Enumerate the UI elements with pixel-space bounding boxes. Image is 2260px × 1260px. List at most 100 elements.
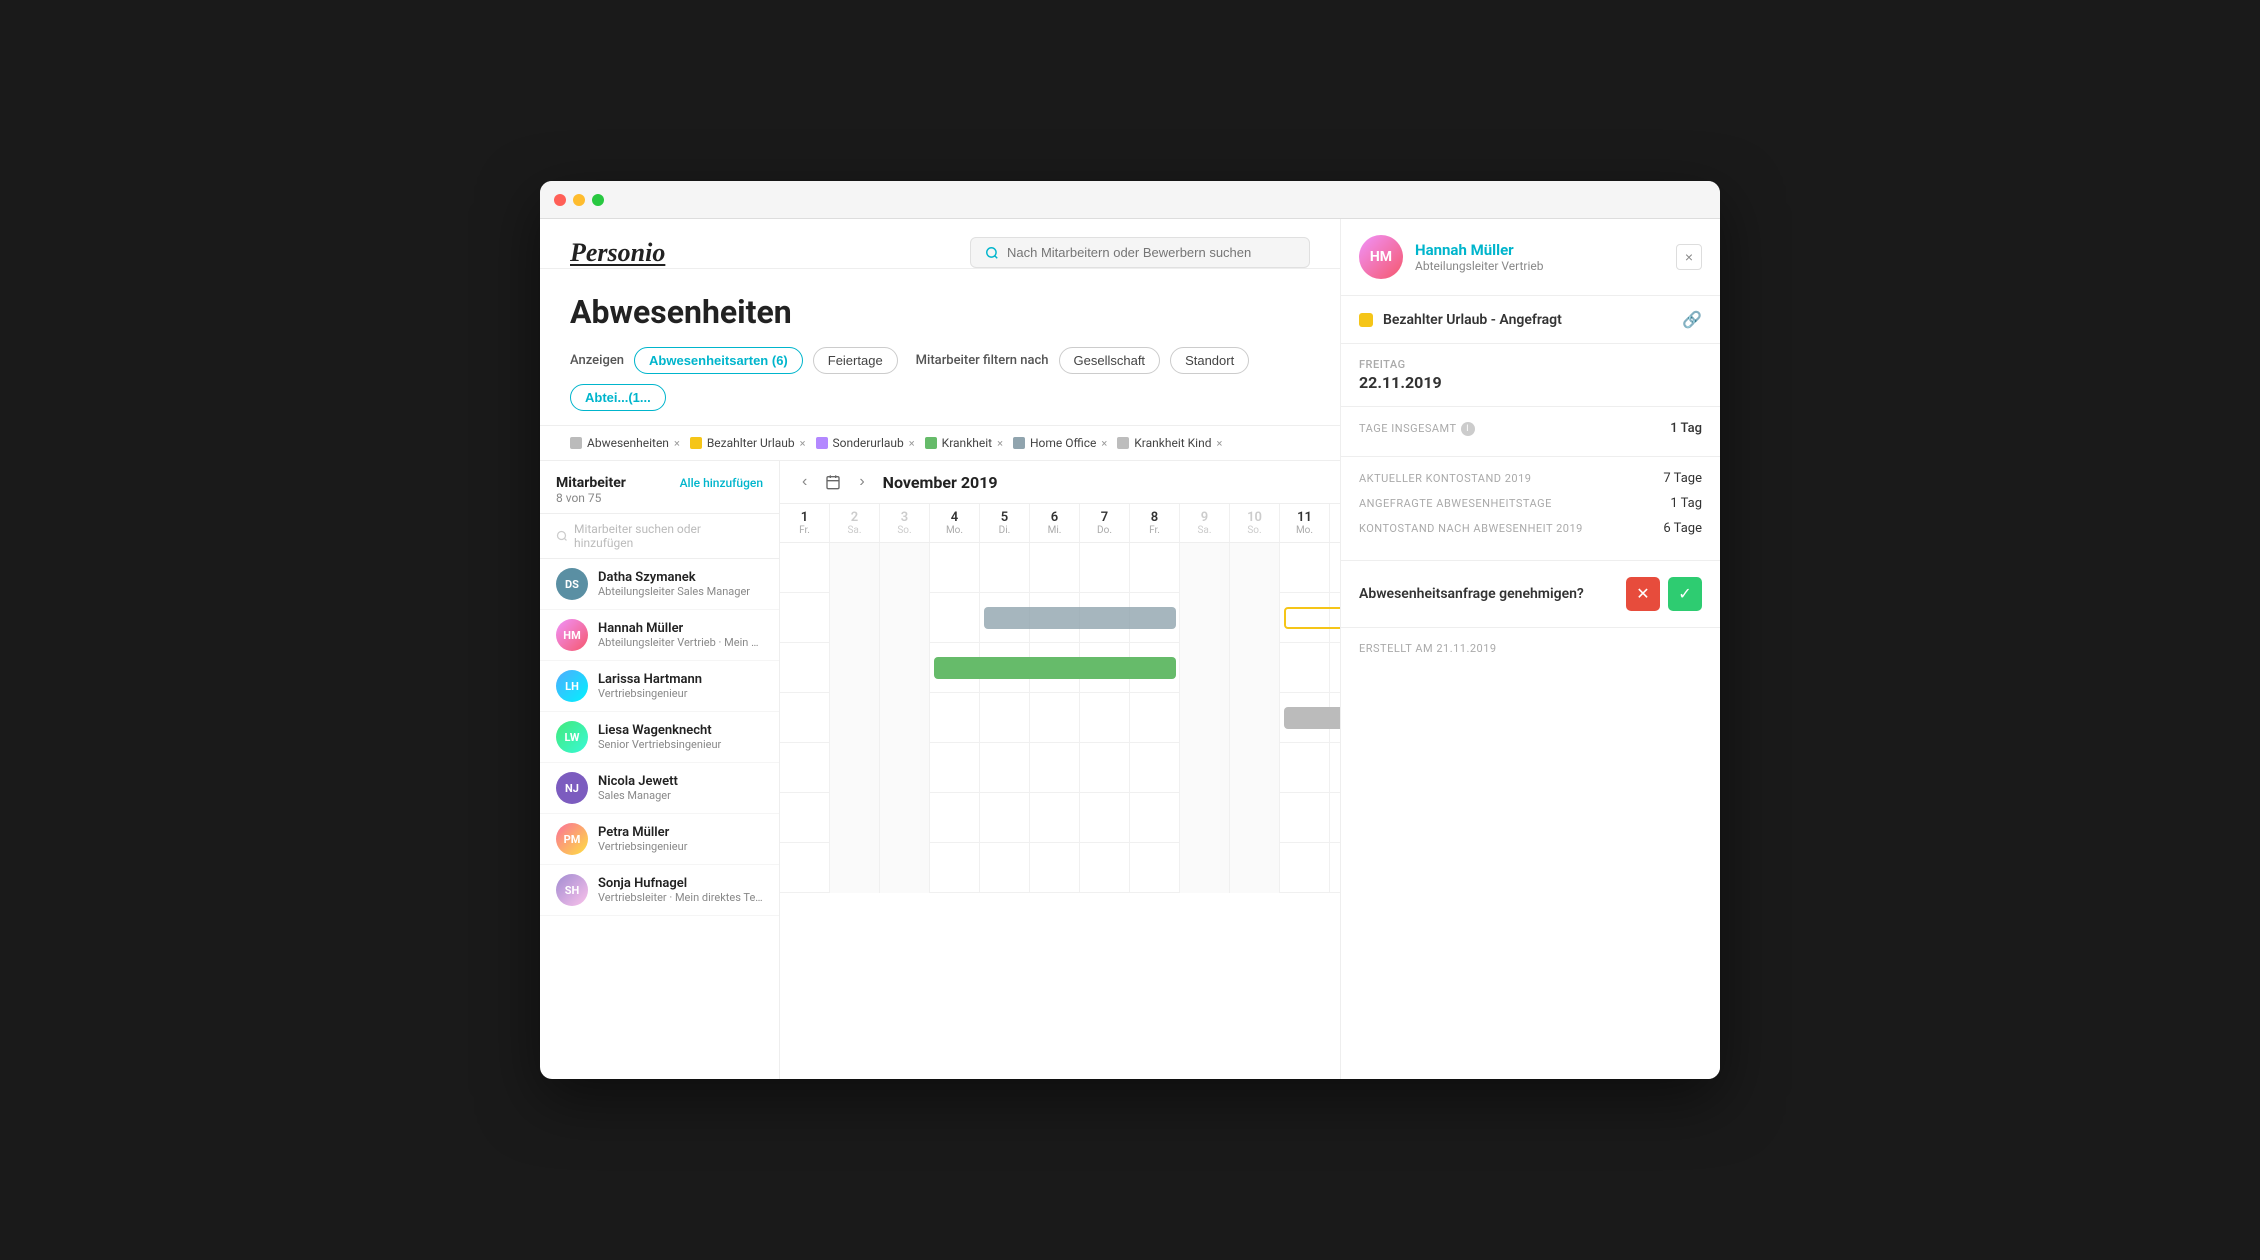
employee-search-placeholder: Mitarbeiter suchen oder hinzufügen xyxy=(574,522,763,550)
search-employees-icon xyxy=(556,530,568,542)
calendar-days-header: 1Fr. 2Sa. 3So. 4Mo. 5Di. 6Mi. 7Do. 8Fr. … xyxy=(780,504,1340,543)
emp-name-liesa: Liesa Wagenknecht xyxy=(598,723,763,738)
panel-close-button[interactable]: × xyxy=(1676,244,1702,270)
panel-created: ERSTELLT AM 21.11.2019 xyxy=(1341,628,1720,669)
cal-day-11: 11Mo. xyxy=(1280,504,1330,542)
emp-info-petra: Petra Müller Vertriebsingenieur xyxy=(598,825,763,853)
employee-row-datha[interactable]: DS Datha Szymanek Abteilungsleiter Sales… xyxy=(540,559,779,610)
employee-row-sonja[interactable]: SH Sonja Hufnagel Vertriebsleiter · Mein… xyxy=(540,865,779,916)
emp-role-hannah: Abteilungsleiter Vertrieb · Mein dire... xyxy=(598,636,763,649)
employee-list-count: 8 von 75 xyxy=(556,491,626,505)
cal-row-hannah xyxy=(780,593,1340,643)
angefragte-value: 1 Tag xyxy=(1670,496,1702,511)
larissa-krankheit-bar[interactable] xyxy=(934,657,1176,679)
top-bar: Personio xyxy=(540,219,1340,269)
emp-name-hannah: Hannah Müller xyxy=(598,621,763,636)
panel-balances: AKTUELLER KONTOSTAND 2019 7 Tage ANGEFRA… xyxy=(1341,457,1720,561)
avatar-liesa: LW xyxy=(556,721,588,753)
emp-info-nicola: Nicola Jewett Sales Manager xyxy=(598,774,763,802)
link-icon[interactable]: 🔗 xyxy=(1682,310,1702,329)
cal-cell-datha-2 xyxy=(830,543,880,593)
minimize-window-button[interactable] xyxy=(573,194,585,206)
employee-row-larissa[interactable]: LH Larissa Hartmann Vertriebsingenieur xyxy=(540,661,779,712)
chip-abwesenheiten: Abwesenheiten × xyxy=(570,436,680,450)
app-body: Personio Abwesenheiten Anzeigen Abwesenh… xyxy=(540,219,1720,1079)
employee-row-liesa[interactable]: LW Liesa Wagenknecht Senior Vertriebsing… xyxy=(540,712,779,763)
chip-bezahlter-urlaub: Bezahlter Urlaub × xyxy=(690,436,806,450)
calendar-next-button[interactable]: › xyxy=(853,471,870,493)
maximize-window-button[interactable] xyxy=(592,194,604,206)
abteilung-filter[interactable]: Abtei...(1... xyxy=(570,384,666,411)
cal-row-nicola xyxy=(780,743,1340,793)
chip-abwesenheiten-remove[interactable]: × xyxy=(674,437,680,450)
emp-info-hannah: Hannah Müller Abteilungsleiter Vertrieb … xyxy=(598,621,763,649)
avatar-larissa: LH xyxy=(556,670,588,702)
cal-cell-datha-3 xyxy=(880,543,930,593)
tage-insgesamt-value: 1 Tag xyxy=(1670,421,1702,436)
avatar-datha: DS xyxy=(556,568,588,600)
calendar-rows xyxy=(780,543,1340,893)
employee-row-nicola[interactable]: NJ Nicola Jewett Sales Manager xyxy=(540,763,779,814)
chip-sonderurlaub-remove[interactable]: × xyxy=(909,437,915,450)
gesellschaft-filter[interactable]: Gesellschaft xyxy=(1059,347,1161,374)
info-icon[interactable]: i xyxy=(1461,422,1475,436)
panel-date-label: Freitag xyxy=(1359,358,1702,371)
chip-sonderurlaub: Sonderurlaub × xyxy=(816,436,915,450)
employee-search-container: Mitarbeiter suchen oder hinzufügen xyxy=(540,514,779,559)
calendar-area: ‹ › November 2019 1Fr. 2Sa. 3So. xyxy=(780,461,1340,1079)
emp-role-petra: Vertriebsingenieur xyxy=(598,840,763,853)
cal-day-8: 8Fr. xyxy=(1130,504,1180,542)
emp-info-larissa: Larissa Hartmann Vertriebsingenieur xyxy=(598,672,763,700)
avatar-sonja: SH xyxy=(556,874,588,906)
cal-day-9: 9Sa. xyxy=(1180,504,1230,542)
close-window-button[interactable] xyxy=(554,194,566,206)
cal-day-7: 7Do. xyxy=(1080,504,1130,542)
calendar-prev-button[interactable]: ‹ xyxy=(796,471,813,493)
emp-role-larissa: Vertriebsingenieur xyxy=(598,687,763,700)
app-window: Personio Abwesenheiten Anzeigen Abwesenh… xyxy=(540,181,1720,1079)
panel-date-section: Freitag 22.11.2019 xyxy=(1341,344,1720,407)
reject-button[interactable]: ✕ xyxy=(1626,577,1660,611)
employee-row-hannah[interactable]: HM Hannah Müller Abteilungsleiter Vertri… xyxy=(540,610,779,661)
add-all-button[interactable]: Alle hinzufügen xyxy=(680,476,763,490)
cal-day-2: 2Sa. xyxy=(830,504,880,542)
kontostand-label: AKTUELLER KONTOSTAND 2019 xyxy=(1359,472,1531,485)
hannah-urlaub-bar[interactable] xyxy=(1284,607,1340,629)
cal-row-datha xyxy=(780,543,1340,593)
search-input[interactable] xyxy=(1007,245,1295,260)
cal-day-4: 4Mo. xyxy=(930,504,980,542)
liesa-abwesenheit-bar[interactable] xyxy=(1284,707,1340,729)
chip-krankheit-kind-remove[interactable]: × xyxy=(1217,437,1223,450)
page-title: Abwesenheiten xyxy=(570,293,1310,331)
employee-list-header: Mitarbeiter 8 von 75 Alle hinzufügen xyxy=(540,461,779,514)
standort-filter[interactable]: Standort xyxy=(1170,347,1249,374)
chip-bezahlter-urlaub-remove[interactable]: × xyxy=(800,437,806,450)
employee-row-petra[interactable]: PM Petra Müller Vertriebsingenieur xyxy=(540,814,779,865)
panel-employee-info: Hannah Müller Abteilungsleiter Vertrieb xyxy=(1415,241,1544,273)
abwesenheitsarten-filter[interactable]: Abwesenheitsarten (6) xyxy=(634,347,803,374)
search-bar[interactable] xyxy=(970,237,1310,268)
panel-avatar: HM xyxy=(1359,235,1403,279)
calendar-month: November 2019 xyxy=(883,473,998,492)
chip-home-office-remove[interactable]: × xyxy=(1101,437,1107,450)
approve-buttons: ✕ ✓ xyxy=(1626,577,1702,611)
approve-button[interactable]: ✓ xyxy=(1668,577,1702,611)
chip-krankheit-remove[interactable]: × xyxy=(997,437,1003,450)
panel-employee-name: Hannah Müller xyxy=(1415,241,1544,259)
cal-day-3: 3So. xyxy=(880,504,930,542)
tage-insgesamt-row: TAGE INSGESAMT i 1 Tag xyxy=(1359,421,1702,436)
employee-search-bar[interactable]: Mitarbeiter suchen oder hinzufügen xyxy=(556,522,763,550)
calendar-section: Mitarbeiter 8 von 75 Alle hinzufügen Mit… xyxy=(540,461,1340,1079)
feiertage-filter[interactable]: Feiertage xyxy=(813,347,898,374)
panel-header: HM Hannah Müller Abteilungsleiter Vertri… xyxy=(1341,219,1720,296)
calendar-icon[interactable] xyxy=(825,474,841,490)
emp-role-datha: Abteilungsleiter Sales Manager xyxy=(598,585,763,598)
emp-name-sonja: Sonja Hufnagel xyxy=(598,876,763,891)
emp-name-petra: Petra Müller xyxy=(598,825,763,840)
emp-role-liesa: Senior Vertriebsingenieur xyxy=(598,738,763,751)
avatar-hannah: HM xyxy=(556,619,588,651)
angefragte-row: ANGEFRAGTE ABWESENHEITSTAGE 1 Tag xyxy=(1359,496,1702,511)
kontostand-nach-row: KONTOSTAND NACH ABWESENHEIT 2019 6 Tage xyxy=(1359,521,1702,536)
filter-bar: Anzeigen Abwesenheitsarten (6) Feiertage… xyxy=(540,347,1340,426)
hannah-home-office-bar[interactable] xyxy=(984,607,1176,629)
